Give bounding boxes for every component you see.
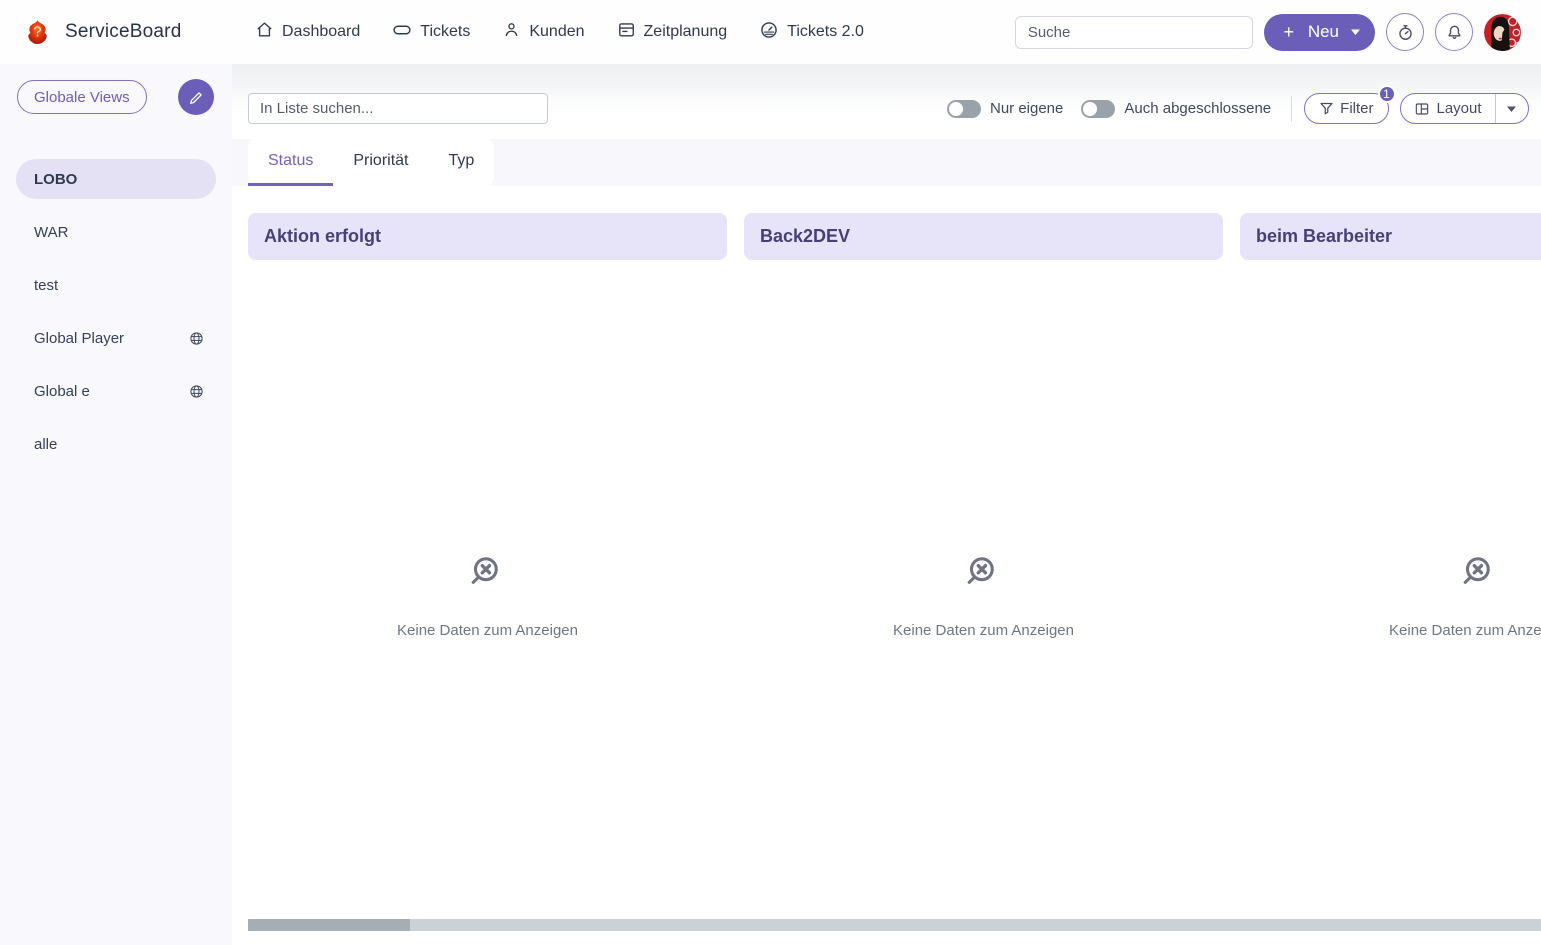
horizontal-scrollbar[interactable] [248, 919, 1541, 931]
nav-label: Zeitplanung [644, 23, 728, 41]
main-content: Nur eigene Auch abgeschlossene Filter 1 [232, 64, 1541, 945]
layout-columns-icon [1414, 101, 1430, 117]
view-item-label: alle [34, 436, 57, 453]
nav-label: Dashboard [282, 23, 360, 41]
nav-item-kunden[interactable]: Kunden [502, 20, 584, 44]
nav-label: Tickets [420, 23, 470, 41]
timer-button[interactable] [1386, 13, 1424, 51]
view-item-label: test [34, 277, 58, 294]
grouping-tabs: Status Priorität Typ [248, 139, 494, 186]
plus-icon: + [1279, 22, 1299, 42]
nav-item-tickets-2[interactable]: Tickets 2.0 [759, 20, 864, 45]
tab-prioritaet[interactable]: Priorität [333, 139, 428, 186]
empty-state: Keine Daten zum Anzeigen [744, 553, 1223, 639]
include-closed-toggle[interactable] [1081, 100, 1115, 118]
no-data-text: Keine Daten zum Anzeigen [397, 622, 578, 639]
no-data-icon [964, 553, 1003, 596]
layout-button[interactable]: Layout [1401, 94, 1495, 123]
filter-label: Filter [1340, 100, 1373, 117]
view-item-label: WAR [34, 224, 68, 241]
view-item-test[interactable]: test [16, 265, 216, 305]
app-title: ServiceBoard [65, 21, 181, 43]
globe-icon [189, 384, 204, 399]
filter-button[interactable]: Filter [1304, 93, 1388, 124]
no-data-text: Keine Daten zum Anzeigen [1389, 622, 1541, 639]
column-header[interactable]: Aktion erfolgt [248, 213, 727, 260]
view-item-label: Global e [34, 383, 90, 400]
bell-icon [1445, 23, 1464, 42]
brand: ServiceBoard [24, 19, 255, 46]
layout-label: Layout [1437, 100, 1482, 117]
top-navbar: ServiceBoard Dashboard Tickets Kunden Ze… [0, 0, 1541, 64]
notifications-button[interactable] [1435, 13, 1473, 51]
scrollbar-thumb[interactable] [248, 919, 410, 931]
view-item-lobo[interactable]: LOBO [16, 159, 216, 199]
list-search-input[interactable] [248, 93, 548, 124]
new-button[interactable]: + Neu [1264, 14, 1375, 51]
view-item-war[interactable]: WAR [16, 212, 216, 252]
kanban-board[interactable]: Aktion erfolgt Keine Daten zum Anzeigen … [248, 213, 1541, 873]
main-nav: Dashboard Tickets Kunden Zeitplanung Tic… [255, 20, 864, 45]
grouping-tabs-row: Status Priorität Typ Buckets [232, 139, 1541, 186]
globe-icon [189, 331, 204, 346]
include-closed-label: Auch abgeschlossene [1124, 100, 1271, 117]
view-item-label: LOBO [34, 171, 77, 188]
chevron-down-icon [1351, 29, 1360, 35]
no-data-text: Keine Daten zum Anzeigen [893, 622, 1074, 639]
column-title: beim Bearbeiter [1256, 226, 1392, 247]
funnel-icon [1319, 101, 1334, 116]
no-data-icon [468, 553, 507, 596]
layout-split-button: Layout [1400, 93, 1529, 124]
column-title: Back2DEV [760, 226, 850, 247]
column-header[interactable]: Back2DEV [744, 213, 1223, 260]
nav-item-dashboard[interactable]: Dashboard [255, 20, 360, 44]
no-data-icon [1460, 553, 1499, 596]
board-column-aktion-erfolgt: Aktion erfolgt Keine Daten zum Anzeigen [248, 213, 727, 873]
only-own-toggle[interactable] [947, 100, 981, 118]
tab-status[interactable]: Status [248, 139, 333, 186]
phoenix-logo-icon [24, 19, 51, 46]
pencil-icon [189, 90, 204, 105]
gauge-icon [759, 20, 779, 45]
toggle-knob [1083, 102, 1097, 116]
home-icon [255, 20, 274, 44]
view-item-global-e[interactable]: Global e [16, 371, 216, 411]
tabs-spacer [494, 139, 1541, 186]
column-header[interactable]: beim Bearbeiter [1240, 213, 1541, 260]
nav-item-tickets[interactable]: Tickets [392, 20, 470, 45]
views-sidebar: Globale Views LOBO WAR test Global Playe… [0, 64, 232, 945]
nav-item-zeitplanung[interactable]: Zeitplanung [617, 20, 728, 44]
board-toolbar: Nur eigene Auch abgeschlossene Filter 1 [232, 64, 1541, 139]
toolbar-divider [1291, 96, 1292, 122]
tab-typ[interactable]: Typ [428, 139, 494, 186]
filter-count-badge: 1 [1378, 85, 1396, 103]
person-icon [502, 20, 521, 44]
view-item-global-player[interactable]: Global Player [16, 318, 216, 358]
view-item-alle[interactable]: alle [16, 424, 216, 464]
column-title: Aktion erfolgt [264, 226, 381, 247]
board-column-beim-bearbeiter: beim Bearbeiter Keine Daten zum Anzeigen [1240, 213, 1541, 873]
empty-state: Keine Daten zum Anzeigen [248, 553, 727, 639]
stopwatch-icon [1396, 23, 1415, 42]
filter-button-wrap: Filter 1 [1304, 93, 1388, 124]
global-search-input[interactable] [1015, 16, 1253, 49]
calendar-icon [617, 20, 636, 44]
board-column-back2dev: Back2DEV Keine Daten zum Anzeigen [744, 213, 1223, 873]
edit-views-button[interactable] [178, 79, 214, 115]
navbar-right: + Neu [1015, 13, 1521, 51]
user-avatar[interactable] [1484, 14, 1521, 51]
only-own-label: Nur eigene [990, 100, 1063, 117]
kanban-board-clip: Aktion erfolgt Keine Daten zum Anzeigen … [248, 213, 1541, 873]
new-button-label: Neu [1308, 22, 1339, 42]
view-item-label: Global Player [34, 330, 124, 347]
global-views-button[interactable]: Globale Views [17, 80, 147, 114]
layout-dropdown-button[interactable] [1496, 94, 1528, 123]
toggle-knob [949, 102, 963, 116]
nav-label: Tickets 2.0 [787, 23, 864, 41]
empty-state: Keine Daten zum Anzeigen [1240, 553, 1541, 639]
view-list: LOBO WAR test Global Player Global e [0, 159, 232, 464]
ticket-icon [392, 20, 412, 45]
nav-label: Kunden [529, 23, 584, 41]
